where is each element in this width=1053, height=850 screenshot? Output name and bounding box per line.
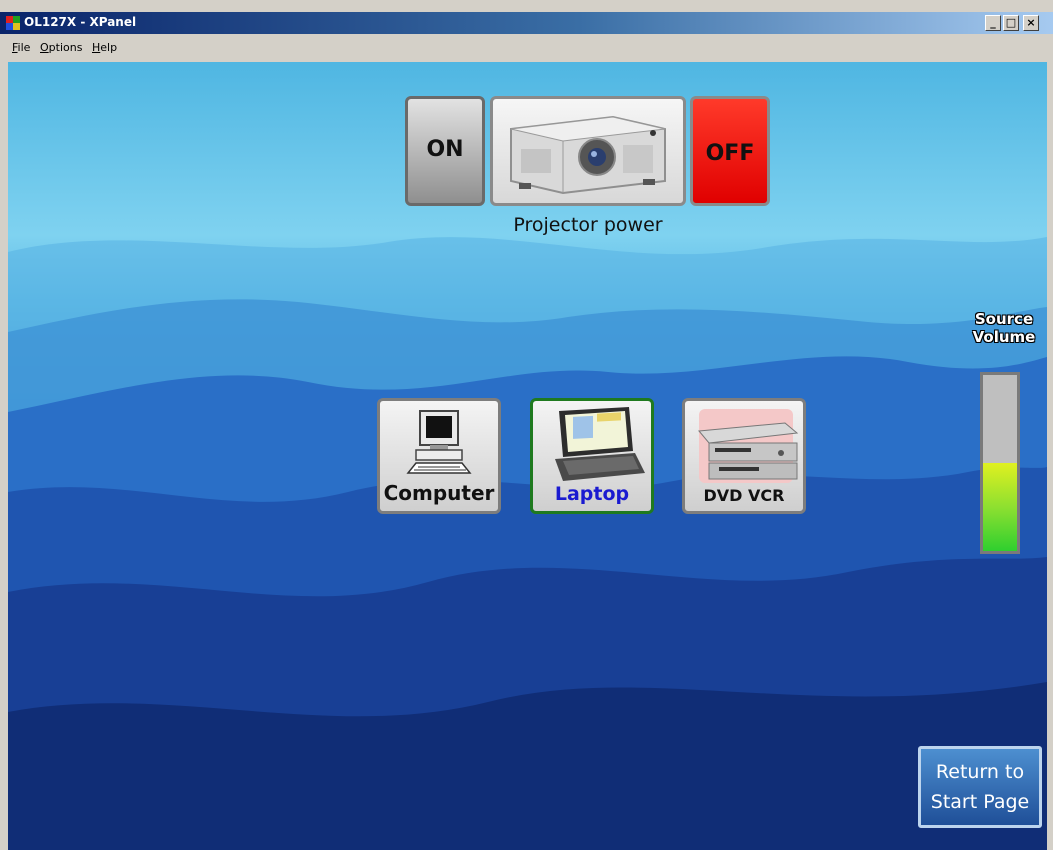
- menu-file[interactable]: File: [12, 41, 30, 54]
- source-volume-title-line1: Source: [974, 310, 1034, 328]
- source-computer-button[interactable]: Computer: [377, 398, 501, 514]
- source-volume-title-line2: Volume: [972, 328, 1036, 346]
- menu-options[interactable]: Options: [40, 41, 82, 54]
- return-button-line1: Return to: [935, 761, 1025, 783]
- source-computer-label: Computer: [383, 481, 495, 505]
- xpanel-window: OL127X - XPanel _ □ × File Options Help …: [0, 0, 1053, 850]
- projector-on-label: ON: [426, 137, 464, 162]
- source-dvd-vcr-label: DVD VCR: [703, 486, 785, 505]
- projector-off-button[interactable]: OFF: [690, 96, 770, 206]
- projector-icon: [510, 115, 666, 195]
- close-button[interactable]: ×: [1023, 15, 1039, 31]
- return-to-start-page-button[interactable]: Return to Start Page: [918, 746, 1042, 828]
- title-bar[interactable]: OL127X - XPanel _ □ ×: [0, 12, 1053, 34]
- window-title: OL127X - XPanel: [24, 15, 137, 29]
- source-laptop-label: Laptop: [554, 483, 630, 505]
- source-laptop-button[interactable]: Laptop: [530, 398, 654, 514]
- menu-bar: File Options Help: [0, 36, 1053, 60]
- xpanel-app-icon: [6, 16, 20, 30]
- source-volume-slider[interactable]: [980, 372, 1020, 554]
- return-button-line2: Start Page: [930, 791, 1030, 813]
- projector-power-caption: Projector power: [513, 214, 663, 236]
- projector-off-label: OFF: [705, 141, 755, 166]
- projector-image-tile: [490, 96, 686, 206]
- source-volume-title: Source Volume: [964, 310, 1044, 346]
- maximize-button[interactable]: □: [1003, 15, 1019, 31]
- source-volume-level: [983, 463, 1017, 551]
- control-panel: ON OFF Projector power Computer Laptop D…: [8, 62, 1047, 850]
- minimize-button[interactable]: _: [985, 15, 1001, 31]
- menu-help[interactable]: Help: [92, 41, 117, 54]
- source-dvd-vcr-button[interactable]: DVD VCR: [682, 398, 806, 514]
- projector-on-button[interactable]: ON: [405, 96, 485, 206]
